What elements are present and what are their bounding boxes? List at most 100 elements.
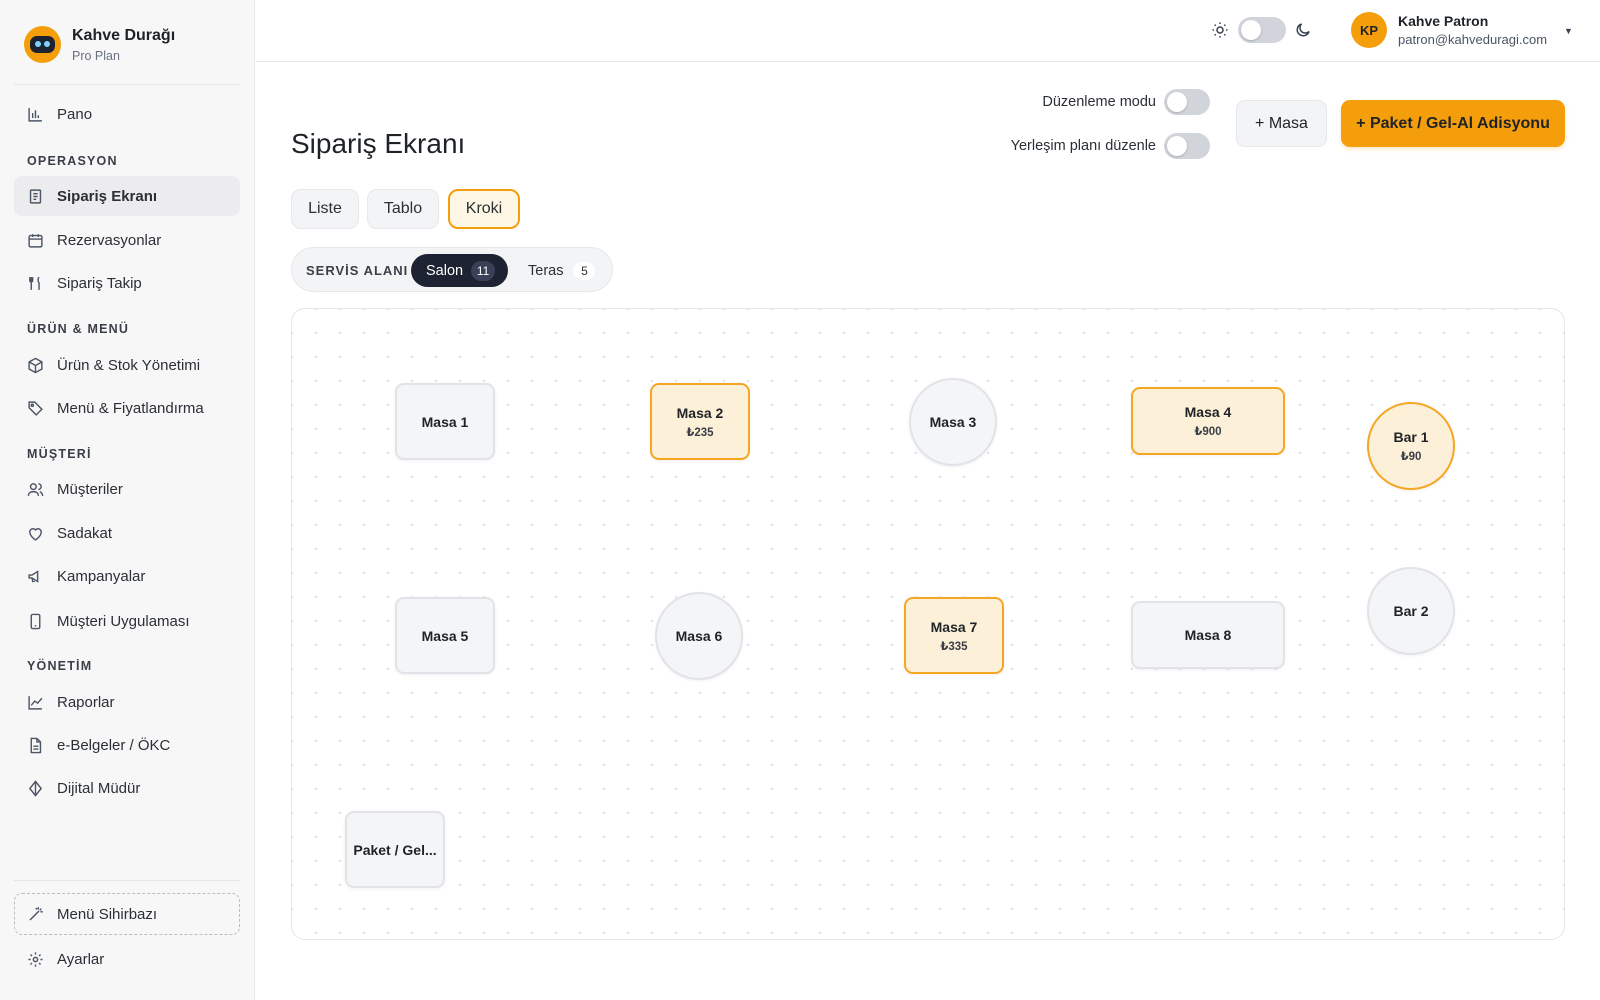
calendar-icon [26,231,44,249]
divider [14,880,240,881]
sidebar-item-label: Sadakat [57,524,113,542]
sidebar-item-siparis-takip[interactable]: Sipariş Takip [14,263,240,303]
table-masa-5[interactable]: Masa 5 [395,597,495,674]
sidebar-item-menu-fiyat[interactable]: Menü & Fiyatlandırma [14,388,240,428]
sidebar-item-label: Ayarlar [57,950,105,968]
sidebar-item-urun-stok[interactable]: Ürün & Stok Yönetimi [14,345,240,385]
table-bar-2[interactable]: Bar 2 [1367,567,1455,655]
table-masa-4[interactable]: Masa 4 ₺900 [1131,387,1285,455]
sidebar-item-label: Müşteriler [57,480,123,498]
layout-edit-label: Yerleşim planı düzenle [1010,138,1156,154]
sidebar-item-rezervasyonlar[interactable]: Rezervasyonlar [14,220,240,260]
area-teras-label: Teras [528,263,564,279]
section-title-musteri: MÜŞTERİ [27,447,92,461]
sidebar-item-label: Dijital Müdür [57,779,141,797]
table-amount: ₺335 [940,640,968,653]
sidebar-item-musteriler[interactable]: Müşteriler [14,469,240,509]
table-amount: ₺90 [1400,451,1422,463]
table-masa-6[interactable]: Masa 6 [655,592,743,680]
sidebar-item-ayarlar[interactable]: Ayarlar [14,939,240,979]
user-menu[interactable]: KP Kahve Patron patron@kahveduragi.com [1351,12,1547,48]
table-masa-3[interactable]: Masa 3 [909,378,997,466]
users-icon [26,480,44,498]
table-name: Masa 2 [676,404,724,421]
area-salon-count: 11 [471,260,496,281]
takeaway-order-button[interactable]: + Paket / Gel-Al Adisyonu [1341,100,1565,147]
tab-liste[interactable]: Liste [291,189,359,229]
brand-plan: Pro Plan [72,48,120,63]
sidebar-item-musteri-uygulamasi[interactable]: Müşteri Uygulaması [14,601,240,641]
table-masa-2[interactable]: Masa 2 ₺235 [650,383,750,460]
divider [14,84,240,85]
sidebar-item-siparis-ekrani[interactable]: Sipariş Ekranı [14,176,240,216]
table-name: Masa 1 [421,413,469,430]
page-title: Sipariş Ekranı [291,128,466,159]
fork-knife-icon [26,274,44,292]
magic-wand-icon [27,905,45,923]
service-area-selector: SERVİS ALANI Salon 11 Teras 5 [291,247,613,292]
edit-mode-toggle[interactable] [1164,89,1210,115]
table-name: Masa 8 [1184,627,1232,643]
brand-name: Kahve Durağı [72,26,176,44]
chevron-down-icon[interactable]: ▼ [1564,26,1573,36]
sidebar-item-label: Menü & Fiyatlandırma [57,399,204,417]
sidebar-item-sadakat[interactable]: Sadakat [14,513,240,553]
area-teras[interactable]: Teras 5 [528,262,596,280]
section-title-yonetim: YÖNETİM [27,659,93,673]
sidebar-item-label: Sipariş Takip [57,274,142,292]
sidebar-item-raporlar[interactable]: Raporlar [14,682,240,722]
line-chart-icon [26,693,44,711]
table-name: Masa 6 [675,628,723,644]
receipt-icon [26,187,44,205]
menu-wizard-button[interactable]: Menü Sihirbazı [14,893,240,935]
brand[interactable]: Kahve Durağı Pro Plan [24,26,175,63]
table-masa-7[interactable]: Masa 7 ₺335 [904,597,1004,674]
area-salon[interactable]: Salon 11 [411,254,508,287]
user-name: Kahve Patron [1398,13,1489,29]
table-amount: ₺235 [686,426,714,439]
tab-tablo[interactable]: Tablo [367,189,439,229]
sun-icon [1211,21,1229,44]
sidebar: Kahve Durağı Pro Plan Pano OPERASYON Sip… [0,0,255,1000]
theme-toggle[interactable] [1238,17,1286,43]
table-amount: ₺900 [1194,426,1222,438]
sidebar-item-label: Raporlar [57,693,115,711]
tab-kroki[interactable]: Kroki [448,189,520,229]
box-icon [26,356,44,374]
tag-icon [26,399,44,417]
gear-icon [26,950,44,968]
area-teras-count: 5 [573,262,596,280]
layout-edit-toggle[interactable] [1164,133,1210,159]
sidebar-item-pano[interactable]: Pano [14,94,240,134]
sidebar-item-label: Pano [57,105,93,123]
add-table-button[interactable]: + Masa [1236,100,1327,147]
sidebar-item-kampanyalar[interactable]: Kampanyalar [14,556,240,596]
section-title-operasyon: OPERASYON [27,154,118,168]
phone-icon [26,612,44,630]
sidebar-item-label: Müşteri Uygulaması [57,612,190,630]
table-name: Paket / Gel... [353,841,437,858]
sidebar-item-label: Rezervasyonlar [57,231,162,249]
service-area-label: SERVİS ALANI [306,263,409,278]
table-name: Bar 2 [1393,603,1429,619]
document-icon [26,736,44,754]
area-salon-label: Salon [426,262,464,279]
megaphone-icon [26,567,44,585]
table-bar-1[interactable]: Bar 1 ₺90 [1367,402,1455,490]
table-name: Masa 3 [929,414,977,430]
edit-mode-label: Düzenleme modu [1042,94,1156,110]
bar-chart-icon [26,105,44,123]
brand-logo [24,26,61,63]
sidebar-item-e-belgeler[interactable]: e-Belgeler / ÖKC [14,725,240,765]
table-masa-1[interactable]: Masa 1 [395,383,495,460]
sidebar-item-label: Kampanyalar [57,567,146,585]
menu-wizard-label: Menü Sihirbazı [57,905,158,923]
avatar: KP [1351,12,1387,48]
sidebar-item-dijital-mudur[interactable]: Dijital Müdür [14,768,240,808]
diamond-icon [26,779,44,797]
table-paket[interactable]: Paket / Gel... [345,811,445,888]
sidebar-item-label: e-Belgeler / ÖKC [57,736,171,754]
table-masa-8[interactable]: Masa 8 [1131,601,1285,669]
user-email: patron@kahveduragi.com [1398,32,1548,47]
table-name: Masa 4 [1184,404,1232,420]
